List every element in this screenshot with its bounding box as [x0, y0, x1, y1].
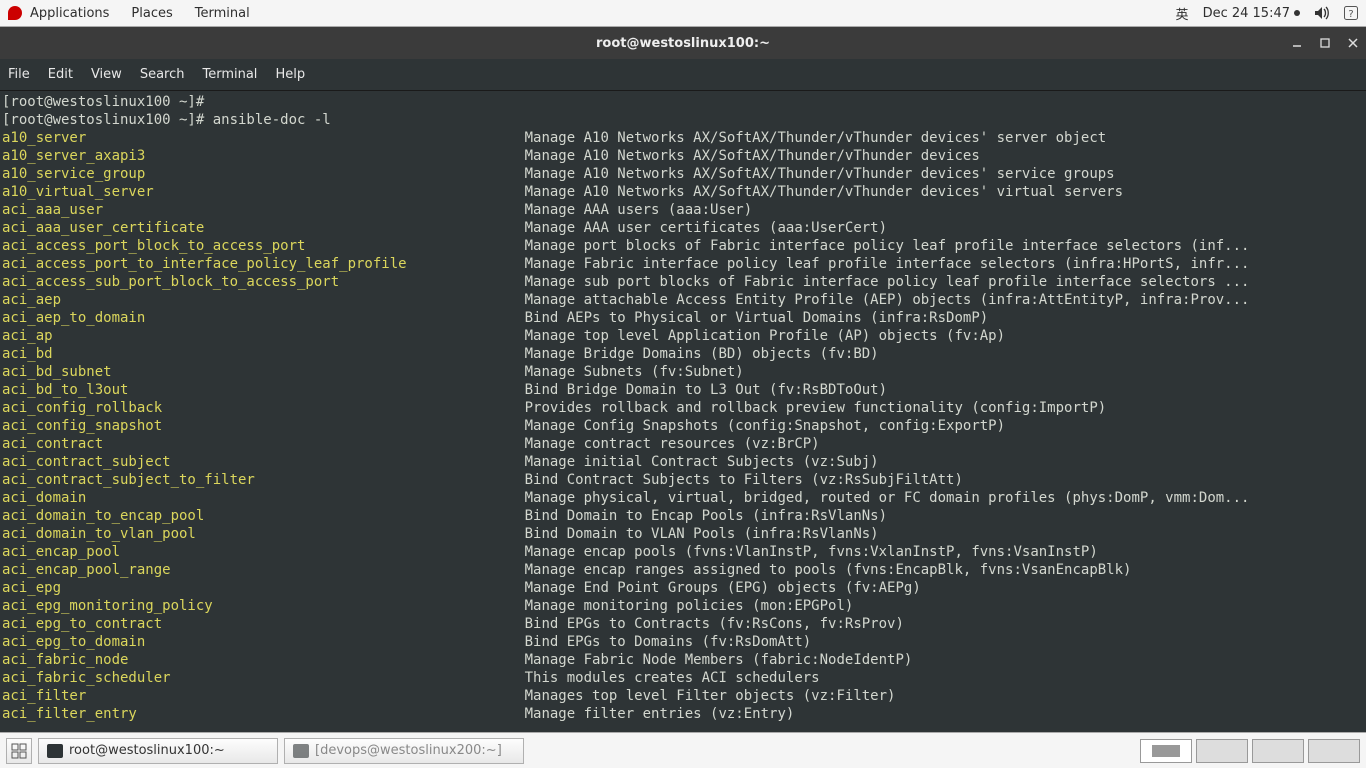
top-panel: Applications Places Terminal 英 Dec 24 15…: [0, 0, 1366, 27]
terminal-line: [root@westoslinux100 ~]# ansible-doc -l: [2, 111, 1364, 129]
places-menu[interactable]: Places: [131, 6, 172, 21]
applications-menu[interactable]: Applications: [30, 6, 109, 21]
menu-view[interactable]: View: [91, 67, 122, 82]
terminal-line: aci_config_snapshot Manage Config Snapsh…: [2, 417, 1364, 435]
show-desktop-button[interactable]: [6, 738, 32, 764]
help-icon[interactable]: ?: [1344, 6, 1358, 20]
terminal-line: aci_contract_subject Manage initial Cont…: [2, 453, 1364, 471]
taskbar-item-terminal-2[interactable]: [devops@westoslinux200:~]: [284, 738, 524, 764]
terminal-line: aci_epg_to_domain Bind EPGs to Domains (…: [2, 633, 1364, 651]
terminal-line: aci_aep Manage attachable Access Entity …: [2, 291, 1364, 309]
taskbar-item-terminal-1[interactable]: root@westoslinux100:~: [38, 738, 278, 764]
workspace-1[interactable]: [1140, 739, 1192, 763]
terminal-line: a10_server Manage A10 Networks AX/SoftAX…: [2, 129, 1364, 147]
menu-file[interactable]: File: [8, 67, 30, 82]
terminal-line: aci_encap_pool Manage encap pools (fvns:…: [2, 543, 1364, 561]
terminal-line: aci_epg Manage End Point Groups (EPG) ob…: [2, 579, 1364, 597]
ime-indicator[interactable]: 英: [1176, 4, 1189, 23]
terminal-menu[interactable]: Terminal: [195, 6, 250, 21]
terminal-line: aci_contract Manage contract resources (…: [2, 435, 1364, 453]
terminal-line: [root@westoslinux100 ~]#: [2, 93, 1364, 111]
workspace-3[interactable]: [1252, 739, 1304, 763]
workspace-4[interactable]: [1308, 739, 1360, 763]
volume-icon[interactable]: [1314, 6, 1330, 20]
maximize-button[interactable]: [1318, 36, 1332, 50]
terminal-line: aci_bd_subnet Manage Subnets (fv:Subnet): [2, 363, 1364, 381]
terminal-line: aci_bd_to_l3out Bind Bridge Domain to L3…: [2, 381, 1364, 399]
notification-dot-icon: [1294, 10, 1300, 16]
terminal-line: aci_aaa_user_certificate Manage AAA user…: [2, 219, 1364, 237]
clock[interactable]: Dec 24 15:47: [1203, 6, 1300, 21]
terminal-line: aci_access_port_block_to_access_port Man…: [2, 237, 1364, 255]
terminal-line: aci_bd Manage Bridge Domains (BD) object…: [2, 345, 1364, 363]
terminal-line: aci_contract_subject_to_filter Bind Cont…: [2, 471, 1364, 489]
window-title: root@westoslinux100:~: [596, 36, 770, 51]
taskbar-item-label: [devops@westoslinux200:~]: [315, 743, 502, 758]
taskbar-item-label: root@westoslinux100:~: [69, 743, 225, 758]
terminal-line: aci_epg_to_contract Bind EPGs to Contrac…: [2, 615, 1364, 633]
terminal-line: aci_access_sub_port_block_to_access_port…: [2, 273, 1364, 291]
clock-text: Dec 24 15:47: [1203, 6, 1290, 21]
terminal-icon: [47, 744, 63, 758]
menu-terminal[interactable]: Terminal: [202, 67, 257, 82]
terminal-icon: [293, 744, 309, 758]
terminal-line: aci_access_port_to_interface_policy_leaf…: [2, 255, 1364, 273]
terminal-body[interactable]: [root@westoslinux100 ~]# [root@westoslin…: [0, 91, 1366, 731]
terminal-line: aci_aaa_user Manage AAA users (aaa:User): [2, 201, 1364, 219]
redhat-icon: [8, 6, 22, 20]
terminal-line: aci_aep_to_domain Bind AEPs to Physical …: [2, 309, 1364, 327]
terminal-line: a10_virtual_server Manage A10 Networks A…: [2, 183, 1364, 201]
svg-text:?: ?: [1348, 9, 1353, 20]
terminal-line: aci_domain_to_vlan_pool Bind Domain to V…: [2, 525, 1364, 543]
menu-help[interactable]: Help: [275, 67, 305, 82]
terminal-line: aci_encap_pool_range Manage encap ranges…: [2, 561, 1364, 579]
terminal-line: a10_server_axapi3 Manage A10 Networks AX…: [2, 147, 1364, 165]
terminal-line: aci_domain_to_encap_pool Bind Domain to …: [2, 507, 1364, 525]
minimize-button[interactable]: [1290, 36, 1304, 50]
terminal-line: a10_service_group Manage A10 Networks AX…: [2, 165, 1364, 183]
window-controls: [1290, 27, 1360, 59]
terminal-menubar: File Edit View Search Terminal Help: [0, 59, 1366, 91]
terminal-line: aci_epg_monitoring_policy Manage monitor…: [2, 597, 1364, 615]
terminal-line: aci_filter_entry Manage filter entries (…: [2, 705, 1364, 723]
workspace-2[interactable]: [1196, 739, 1248, 763]
terminal-line: aci_fabric_node Manage Fabric Node Membe…: [2, 651, 1364, 669]
window-titlebar[interactable]: root@westoslinux100:~: [0, 27, 1366, 59]
bottom-panel: root@westoslinux100:~ [devops@westoslinu…: [0, 732, 1366, 768]
terminal-line: aci_domain Manage physical, virtual, bri…: [2, 489, 1364, 507]
close-button[interactable]: [1346, 36, 1360, 50]
menu-edit[interactable]: Edit: [48, 67, 73, 82]
menu-search[interactable]: Search: [140, 67, 185, 82]
terminal-line: aci_ap Manage top level Application Prof…: [2, 327, 1364, 345]
terminal-line: aci_filter Manages top level Filter obje…: [2, 687, 1364, 705]
terminal-line: aci_config_rollback Provides rollback an…: [2, 399, 1364, 417]
terminal-line: aci_fabric_scheduler This modules create…: [2, 669, 1364, 687]
workspace-switcher: [1140, 739, 1360, 763]
